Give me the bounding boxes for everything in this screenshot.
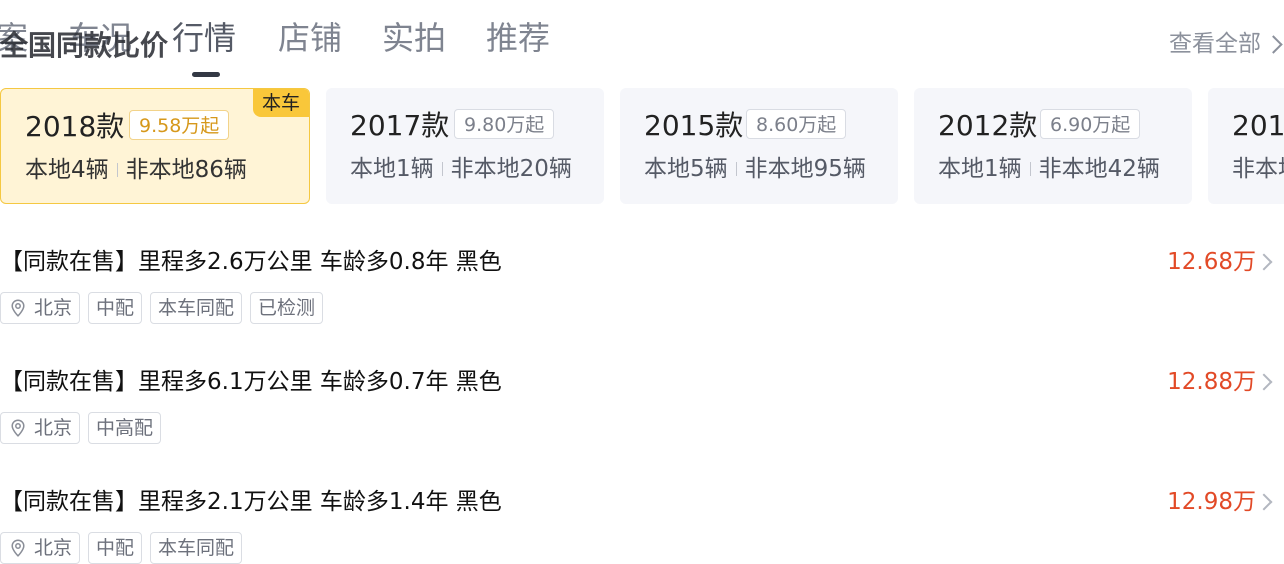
chevron-right-icon [1255,493,1273,511]
year-card-2018[interactable]: 2018款 9.58万起 本地4辆 非本地86辆 本车 [0,88,310,204]
card-year: 201 [1232,109,1284,142]
divider [735,162,737,176]
listing-tags: 北京 中配 本车同配 已检测 [0,292,324,324]
card-year: 2015款 [644,109,744,142]
tag: 本车同配 [150,532,243,564]
divider [441,162,443,176]
tag: 已检测 [250,292,324,324]
card-counts: 本地5辆 非本地95辆 [644,152,866,186]
card-year: 2018款 [25,110,125,143]
location-tag: 北京 [0,292,81,324]
tab-store[interactable]: 店铺 [278,12,342,64]
listing-title: 【同款在售】里程多2.6万公里 车龄多0.8年 黑色 [0,249,502,275]
tag-label: 北京 [34,537,73,559]
tag: 中高配 [88,412,162,444]
tag: 本车同配 [150,292,243,324]
location-tag: 北京 [0,532,81,564]
location-tag: 北京 [0,412,81,444]
listing-title: 【同款在售】里程多6.1万公里 车龄多0.7年 黑色 [0,369,502,395]
card-year: 2017款 [350,109,450,142]
listing-price: 12.88万 [1167,369,1256,395]
card-start-price: 6.90万起 [1040,109,1141,139]
nonlocal-count: 非本地42辆 [1038,156,1160,182]
tag-label: 北京 [34,417,73,439]
listing-item[interactable]: 【同款在售】里程多2.1万公里 车龄多1.4年 黑色 12.98万 北京 中配 … [0,486,1284,564]
nonlocal-count: 非本地95辆 [744,156,866,182]
year-card-2015[interactable]: 2015款 8.60万起 本地5辆 非本地95辆 [620,88,898,204]
card-start-price: 8.60万起 [746,109,847,139]
card-start-price: 9.80万起 [454,109,555,139]
divider [116,163,118,177]
listing-item[interactable]: 【同款在售】里程多6.1万公里 车龄多0.7年 黑色 12.88万 北京 中高配 [0,366,1284,466]
nonlocal-count: 非本地 [1232,156,1284,182]
view-all-link[interactable]: 查看全部 [1169,28,1284,60]
view-all-label: 查看全部 [1169,31,1261,57]
this-car-badge: 本车 [252,89,309,117]
tag-label: 北京 [34,297,73,319]
divider [1029,162,1031,176]
tab-photos[interactable]: 实拍 [382,12,446,64]
tag: 中配 [88,532,143,564]
listing-tags: 北京 中高配 [0,412,162,444]
card-start-price: 9.58万起 [129,110,230,140]
location-pin-icon [11,539,25,557]
tab-market[interactable]: 行情 [172,12,236,64]
listing-item[interactable]: 【同款在售】里程多2.6万公里 车龄多0.8年 黑色 12.68万 北京 中配 … [0,246,1284,346]
nonlocal-count: 非本地20辆 [450,156,572,182]
card-counts: 本地4辆 非本地86辆 [25,153,247,187]
listing-price: 12.68万 [1167,249,1256,275]
year-card-2017[interactable]: 2017款 9.80万起 本地1辆 非本地20辆 [326,88,604,204]
active-tab-indicator [192,72,220,77]
chevron-right-icon [1255,253,1273,271]
section-title: 全国同款比价 [0,29,169,62]
card-counts: 本地1辆 非本地42辆 [938,152,1160,186]
model-year-cards: 2018款 9.58万起 本地4辆 非本地86辆 本车 2017款 9.80万起… [0,88,1284,206]
location-pin-icon [11,299,25,317]
local-count: 本地5辆 [644,156,728,182]
tab-recommend[interactable]: 推荐 [486,12,550,64]
location-pin-icon [11,419,25,437]
card-counts: 本地1辆 非本地20辆 [350,152,572,186]
year-card-partial[interactable]: 201 非本地 [1208,88,1284,204]
listing-title: 【同款在售】里程多2.1万公里 车龄多1.4年 黑色 [0,489,502,515]
local-count: 本地1辆 [350,156,434,182]
nonlocal-count: 非本地86辆 [125,157,247,183]
card-counts: 非本地 [1232,152,1284,186]
listing-price: 12.98万 [1167,489,1256,515]
local-count: 本地4辆 [25,157,109,183]
local-count: 本地1辆 [938,156,1022,182]
year-card-2012[interactable]: 2012款 6.90万起 本地1辆 非本地42辆 [914,88,1192,204]
chevron-right-icon [1264,34,1283,54]
listing-tags: 北京 中配 本车同配 [0,532,243,564]
price-comparison-page: 案 车况 行情 店铺 实拍 推荐 全国同款比价 查看全部 2018款 9.58万… [0,0,1284,564]
card-year: 2012款 [938,109,1038,142]
tag: 中配 [88,292,143,324]
chevron-right-icon [1255,373,1273,391]
